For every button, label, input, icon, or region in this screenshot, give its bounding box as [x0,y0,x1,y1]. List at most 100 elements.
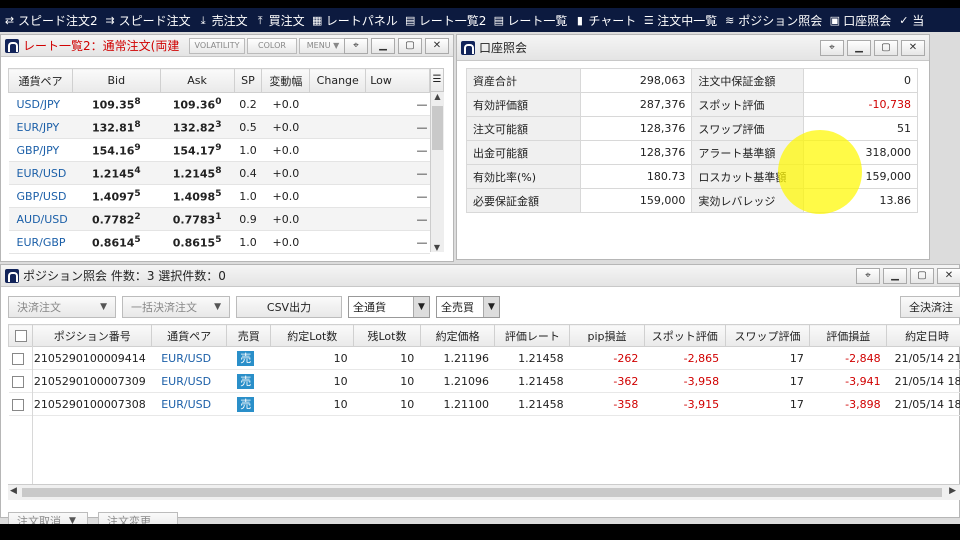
maximize-icon[interactable]: ▢ [398,38,422,54]
ask-cell[interactable]: 154.179 [160,138,235,162]
ask-cell[interactable]: 0.77831 [160,207,235,231]
rate-row[interactable]: EUR/GBP 0.86145 0.86155 1.0 +0.0— [8,230,430,254]
bid-cell[interactable]: 154.169 [72,138,161,162]
toolbar-speed-order2[interactable]: ⇄ スピード注文2 [0,8,101,32]
col-pair[interactable]: 通貨ペア [8,68,73,93]
col-pnl[interactable]: 評価損益 [809,324,888,347]
ask-cell[interactable]: 0.86155 [160,230,235,254]
scroll-right-icon[interactable]: ▶ [949,486,956,496]
pair-cell[interactable]: GBP/JPY [8,138,73,162]
pair-cell[interactable]: EUR/JPY [8,115,73,139]
volatility-button[interactable]: VOLATILITY [189,37,245,54]
col-spot[interactable]: スポット評価 [643,324,726,347]
scroll-left-icon[interactable]: ◀ [10,486,17,496]
col-sp[interactable]: SP [233,68,263,93]
bid-cell[interactable]: 0.77822 [72,207,161,231]
bulk-settle-button[interactable]: 一括決済注文 ▼ [122,296,230,318]
toolbar-rate-list2[interactable]: ▤ レート一覧2 [401,8,490,32]
toolbar-rate-panel[interactable]: ▦ レートパネル [308,8,401,32]
row-checkbox[interactable] [11,375,24,388]
close-icon[interactable]: ✕ [901,40,925,56]
close-icon[interactable]: ✕ [937,268,960,284]
toolbar-rate-list[interactable]: ▤ レート一覧 [489,8,570,32]
position-row[interactable]: 2105290100007308 EUR/USD 売 10 10 1.21100 1.214… [8,392,960,416]
col-price[interactable]: 約定価格 [419,324,496,347]
pin-icon[interactable]: ⌖ [820,40,844,56]
rate-row[interactable]: USD/JPY 109.358 109.360 0.2 +0.0— [8,92,430,116]
pin-icon[interactable]: ⌖ [344,38,368,54]
col-range[interactable]: 変動幅 [261,68,311,93]
col-pair[interactable]: 通貨ペア [151,324,227,347]
toolbar-buy-order[interactable]: ⤒ 買注文 [251,8,308,32]
toolbar-chart[interactable]: ▮ チャート [570,8,639,32]
row-select[interactable] [8,346,33,370]
col-ask[interactable]: Ask [159,68,235,93]
toolbar-speed-order[interactable]: ⇉ スピード注文 [101,8,194,32]
rate-row[interactable]: EUR/JPY 132.818 132.823 0.5 +0.0— [8,115,430,139]
col-lot[interactable]: 約定Lot数 [270,324,355,347]
pair-cell[interactable]: GBP/USD [8,184,73,208]
ask-cell[interactable]: 132.823 [160,115,235,139]
col-change[interactable]: Change [309,68,367,93]
ask-cell[interactable]: 1.21458 [160,161,235,185]
col-side[interactable]: 売買 [225,324,272,347]
col-date[interactable]: 約定日時 [886,324,960,347]
row-checkbox[interactable] [11,398,24,411]
pair-cell[interactable]: EUR/GBP [8,230,73,254]
col-pip[interactable]: pip損益 [569,324,645,347]
close-icon[interactable]: ✕ [425,38,449,54]
col-position-id[interactable]: ポジション番号 [32,324,153,347]
scroll-thumb[interactable] [432,106,443,150]
ask-cell[interactable]: 1.40985 [160,184,235,208]
column-chooser-icon[interactable]: ☰ [430,68,444,92]
maximize-icon[interactable]: ▢ [874,40,898,56]
pair-cell[interactable]: EUR/USD [8,161,73,185]
currency-select[interactable]: 全通貨 ▼ [348,296,430,318]
position-row[interactable]: 2105290100009414 EUR/USD 売 10 10 1.21196 1.214… [8,346,960,370]
position-hscrollbar[interactable]: ◀ ▶ [8,484,960,500]
rate-row[interactable]: EUR/USD 1.21454 1.21458 0.4 +0.0— [8,161,430,185]
bid-cell[interactable]: 1.21454 [72,161,161,185]
rate-row[interactable]: AUD/USD 0.77822 0.77831 0.9 +0.0— [8,207,430,231]
scroll-down-icon[interactable]: ▼ [431,243,443,252]
position-row[interactable]: 2105290100007309 EUR/USD 売 10 10 1.21096 1.214… [8,369,960,393]
bid-cell[interactable]: 1.40975 [72,184,161,208]
pin-icon[interactable]: ⌖ [856,268,880,284]
col-low[interactable]: Low [365,68,430,93]
scroll-thumb[interactable] [22,488,942,497]
toolbar-current[interactable]: ✓ 当 [894,8,927,32]
rate-list-scrollbar[interactable]: ▲ ▼ [430,92,444,252]
col-rate[interactable]: 評価レート [494,324,571,347]
rate-row[interactable]: GBP/JPY 154.169 154.179 1.0 +0.0— [8,138,430,162]
col-remaining-lot[interactable]: 残Lot数 [353,324,421,347]
bid-cell[interactable]: 0.86145 [72,230,161,254]
toolbar-order-list[interactable]: ☰ 注文中一覧 [639,8,720,32]
minimize-icon[interactable]: ▁ [883,268,907,284]
scroll-up-icon[interactable]: ▲ [431,92,444,101]
bid-cell[interactable]: 109.358 [72,92,161,116]
row-select[interactable] [8,392,33,416]
menu-button[interactable]: MENU ▼ [299,37,347,54]
rate-row[interactable]: GBP/USD 1.40975 1.40985 1.0 +0.0— [8,184,430,208]
maximize-icon[interactable]: ▢ [910,268,934,284]
toolbar-account[interactable]: ▣ 口座照会 [825,8,894,32]
ask-cell[interactable]: 109.360 [160,92,235,116]
col-swap[interactable]: スワップ評価 [724,324,811,347]
toolbar-position[interactable]: ≋ ポジション照会 [720,8,825,32]
select-all-checkbox[interactable] [14,330,27,342]
minimize-icon[interactable]: ▁ [371,38,395,54]
row-checkbox[interactable] [11,352,24,365]
color-button[interactable]: COLOR [247,37,297,54]
all-settle-button[interactable]: 全決済注 [900,296,960,318]
row-select[interactable] [8,369,33,393]
toolbar-sell-order[interactable]: ⤓ 売注文 [194,8,251,32]
pair-cell[interactable]: USD/JPY [8,92,73,116]
bid-cell[interactable]: 132.818 [72,115,161,139]
col-bid[interactable]: Bid [71,68,161,93]
minimize-icon[interactable]: ▁ [847,40,871,56]
side-select[interactable]: 全売買 ▼ [436,296,500,318]
csv-export-button[interactable]: CSV出力 [236,296,342,318]
settle-order-button[interactable]: 決済注文 ▼ [8,296,116,318]
col-select-all[interactable] [7,324,34,347]
pair-cell[interactable]: AUD/USD [8,207,73,231]
